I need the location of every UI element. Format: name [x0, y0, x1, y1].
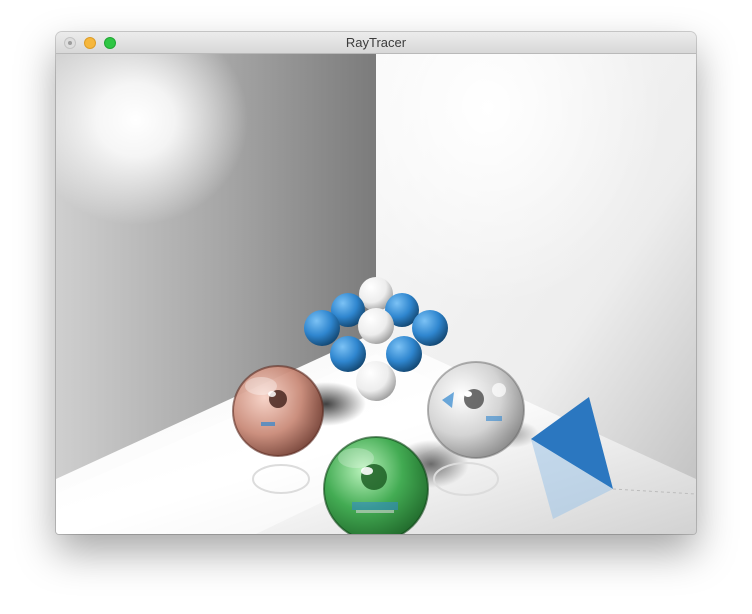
green-sphere — [323, 436, 429, 534]
blue-sphere — [386, 336, 422, 372]
rendered-scene — [56, 54, 696, 534]
left-wall-light — [56, 54, 376, 354]
desktop: RayTracer — [0, 0, 752, 614]
blue-sphere — [412, 310, 448, 346]
white-sphere-bottom — [356, 361, 396, 401]
title-bar[interactable]: RayTracer — [56, 32, 696, 54]
blue-sphere — [304, 310, 340, 346]
raytracer-window: RayTracer — [56, 32, 696, 534]
white-sphere-middle — [358, 308, 394, 344]
render-canvas — [56, 54, 696, 534]
blue-sphere — [330, 336, 366, 372]
window-title: RayTracer — [345, 35, 407, 50]
copper-sphere — [232, 365, 324, 457]
silver-sphere — [427, 361, 525, 459]
